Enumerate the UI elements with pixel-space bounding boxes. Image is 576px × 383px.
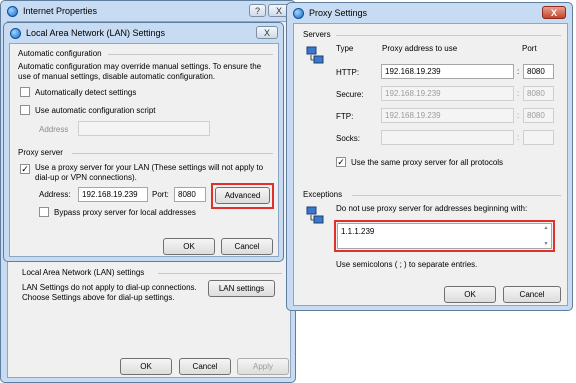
port-header: Port [522,44,537,53]
same-proxy-checkbox[interactable]: ✓ [336,157,346,167]
lan-globe-icon [10,27,21,39]
secure-colon: : [517,89,520,98]
ftp-colon: : [517,111,520,120]
bypass-local-checkbox[interactable] [39,207,49,217]
type-header: Type [336,44,354,53]
proxy-settings-close-button[interactable]: X [542,6,566,19]
http-port-input[interactable]: 8080 [523,64,554,79]
lan-section-title: Local Area Network (LAN) settings [22,268,145,277]
close-icon: X [550,7,557,18]
help-button[interactable]: ? [249,4,266,17]
ftp-label: FTP: [336,112,354,121]
auto-script-address-label: Address [39,125,69,134]
auto-script-address-input[interactable] [78,121,210,136]
servers-divider [336,35,561,36]
lan-description: LAN Settings do not apply to dial-up con… [22,283,197,302]
secure-address-input[interactable]: 192.168.19.239 [381,86,514,101]
internet-globe-icon [7,5,18,17]
auto-detect-label: Automatically detect settings [35,88,137,97]
proxy-port-label: Port: [152,190,169,199]
internet-properties-title: Internet Properties [23,6,98,16]
lan-settings-client: Automatic configuration Automatic config… [9,43,279,257]
secure-port-input[interactable]: 8080 [523,86,554,101]
http-address-input[interactable]: 192.168.19.239 [381,64,514,79]
lan-ok-button[interactable]: OK [163,238,215,255]
exceptions-computers-icon [306,206,324,224]
network-computers-icon [306,46,324,64]
auto-detect-checkbox[interactable] [20,87,30,97]
proxy-settings-titlebar[interactable]: Proxy Settings [287,3,572,23]
address-header: Proxy address to use [382,44,458,53]
socks-port-input[interactable] [523,130,554,145]
ftp-port-input[interactable]: 8080 [523,108,554,123]
same-proxy-label: Use the same proxy server for all protoc… [351,158,504,167]
help-icon: ? [254,5,260,16]
lan-settings-window: Local Area Network (LAN) Settings X Auto… [3,22,284,262]
exceptions-divider [352,195,561,196]
exceptions-description: Do not use proxy server for addresses be… [336,204,528,213]
close-icon: X [275,5,282,16]
auto-config-title: Automatic configuration [18,49,102,58]
proxy-ok-button[interactable]: OK [444,286,496,303]
proxy-port-input[interactable]: 8080 [174,187,206,202]
secure-label: Secure: [336,90,364,99]
proxy-address-label: Address: [39,190,71,199]
bypass-local-label: Bypass proxy server for local addresses [54,208,196,217]
ftp-address-input[interactable]: 192.168.19.239 [381,108,514,123]
close-icon: X [263,27,270,38]
lan-settings-close-button[interactable]: X [256,26,278,39]
proxy-settings-client: Servers Type Proxy address to use Port H… [293,23,568,306]
auto-config-divider [108,54,273,55]
auto-script-checkbox[interactable] [20,105,30,115]
lan-settings-button[interactable]: LAN settings [208,280,275,297]
proxy-address-input[interactable]: 192.168.19.239 [78,187,148,202]
lan-cancel-button[interactable]: Cancel [221,238,273,255]
proxy-settings-window: Proxy Settings X Servers Type Proxy addr… [286,2,573,311]
internet-cancel-button[interactable]: Cancel [179,358,231,375]
socks-address-input[interactable] [381,130,514,145]
internet-ok-button[interactable]: OK [120,358,172,375]
proxy-cancel-button[interactable]: Cancel [503,286,561,303]
lan-settings-titlebar[interactable]: Local Area Network (LAN) Settings [4,23,283,43]
exceptions-highlight-box [334,220,555,252]
internet-apply-button[interactable]: Apply [237,358,289,375]
lan-section-divider [158,273,282,274]
servers-title: Servers [303,30,331,39]
auto-config-description: Automatic configuration may override man… [18,62,262,81]
proxy-server-title: Proxy server [18,148,63,157]
proxy-globe-icon [293,7,304,19]
use-proxy-checkbox[interactable]: ✓ [20,164,30,174]
lan-settings-title: Local Area Network (LAN) Settings [26,28,166,38]
auto-script-label: Use automatic configuration script [35,106,156,115]
socks-label: Socks: [336,134,361,143]
advanced-highlight-box [211,183,274,209]
proxy-settings-title: Proxy Settings [309,8,368,18]
proxy-server-divider [72,153,273,154]
use-proxy-label: Use a proxy server for your LAN (These s… [35,163,264,182]
socks-colon: : [517,133,520,142]
http-colon: : [517,67,520,76]
exceptions-title: Exceptions [303,190,343,199]
http-label: HTTP: [336,68,360,77]
semicolon-hint: Use semicolons ( ; ) to separate entries… [336,260,478,269]
